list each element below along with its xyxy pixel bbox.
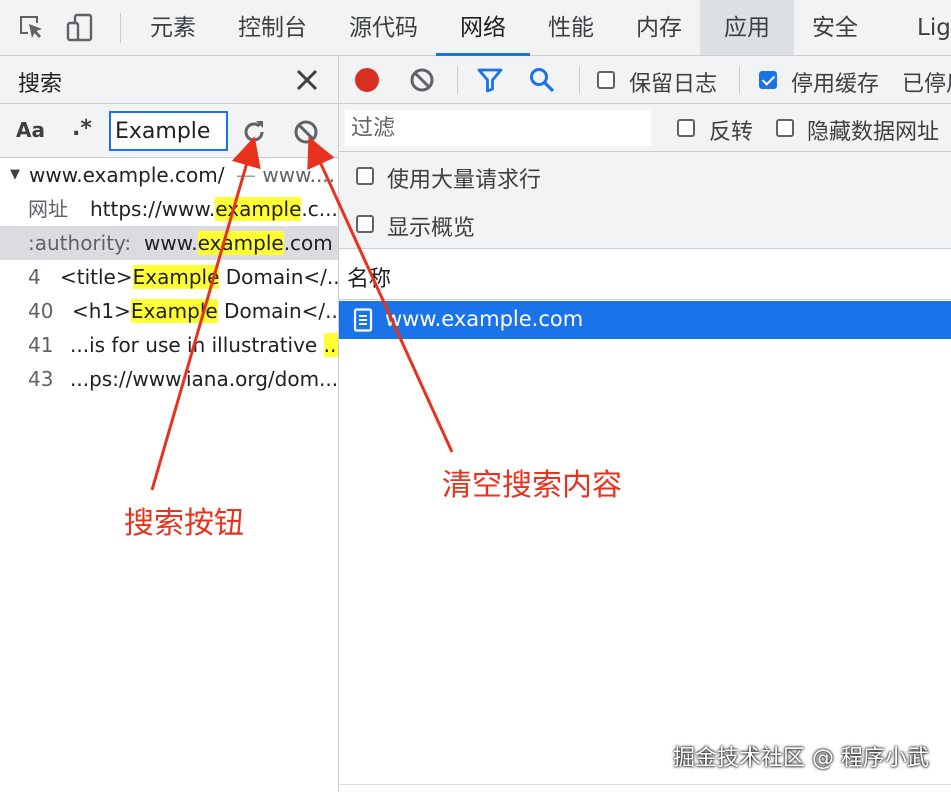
search-button-annotation: 搜索按钮 [124,506,244,541]
result-match[interactable]: 网址 https://www.example.c... [0,192,338,226]
result-text: https://www.example.c... [90,197,338,221]
device-toolbar-icon[interactable] [64,12,96,44]
table-bottom-border [339,784,951,785]
regex-button[interactable]: .* [72,116,92,141]
refresh-icon[interactable] [240,118,268,146]
line-number: 43 [28,367,54,391]
search-panel-header: 搜索 [0,56,338,104]
line-number: 41 [28,333,54,357]
devtools-tabbar: 元素 控制台 源代码 网络 性能 内存 应用 安全 Ligh [0,0,951,56]
document-icon [353,308,373,332]
search-panel: 搜索 Aa .* ▼ www.example.com/ — www.... 网址… [0,56,338,792]
invert-label: 反转 [709,120,754,145]
search-icon[interactable] [528,66,556,94]
result-label: 网址 [28,197,68,221]
clear-search-annotation: 清空搜索内容 [442,468,622,503]
result-file[interactable]: ▼ www.example.com/ — www.... [0,158,338,192]
line-number: 40 [28,299,54,323]
toolbar-separator [457,66,458,94]
result-line[interactable]: 41 ...is for use in illustrative ... [0,328,338,362]
request-name: www.example.com [385,307,584,331]
tab-performance[interactable]: 性能 [524,0,618,55]
network-toolbar: 保留日志 停用缓存 已停用 [339,56,951,104]
filter-icon[interactable] [476,67,504,93]
filter-input[interactable] [345,110,651,146]
close-icon[interactable] [294,67,320,93]
result-file-name: www.example.com/ [29,163,225,187]
request-row[interactable]: www.example.com [339,301,951,339]
show-overview-label: 显示概览 [387,216,476,241]
result-text: www.example.com [144,231,333,255]
result-file-path: — www.... [236,163,336,187]
search-panel-title: 搜索 [18,72,63,97]
show-overview-checkbox[interactable] [356,215,374,233]
toolbar-separator [739,66,740,94]
result-text: <title>Example Domain</... [60,265,338,289]
hide-data-urls-label: 隐藏数据网址 [807,120,940,145]
big-request-rows-checkbox[interactable] [356,167,374,185]
disable-cache-checkbox[interactable] [759,71,777,89]
inspect-element-icon[interactable] [16,12,48,44]
network-settings: 使用大量请求行 显示概览 [339,152,951,249]
tab-sources[interactable]: 源代码 [325,0,442,55]
tab-elements[interactable]: 元素 [126,0,220,55]
result-line[interactable]: 43 ...ps://www.iana.org/dom... [0,362,338,396]
tab-security[interactable]: 安全 [788,0,882,55]
result-line[interactable]: 4 <title>Example Domain</... [0,260,338,294]
expand-triangle-icon[interactable]: ▼ [10,158,20,192]
tabbar-separator [120,13,121,43]
throttling-select[interactable]: 已停用 [902,66,951,98]
result-line[interactable]: 40 <h1>Example Domain</... [0,294,338,328]
hide-data-urls-checkbox[interactable] [776,119,794,137]
invert-checkbox[interactable] [677,119,695,137]
result-label: :authority: [28,231,132,255]
result-text: ...is for use in illustrative ... [70,328,338,362]
result-text: <h1>Example Domain</... [72,299,338,323]
search-bar: Aa .* [0,104,338,158]
network-filter-bar: 反转 隐藏数据网址 [339,104,951,152]
search-input[interactable] [109,111,228,151]
tab-memory[interactable]: 内存 [612,0,706,55]
line-number: 4 [28,265,41,289]
preserve-log-checkbox[interactable] [597,71,615,89]
tab-application[interactable]: 应用 [700,0,794,55]
watermark: 掘金技术社区 @ 程序小武 [673,746,929,771]
tab-lighthouse[interactable]: Ligh [893,0,951,55]
big-request-rows-label: 使用大量请求行 [387,168,542,193]
requests-table-header: 名称 [339,250,951,300]
name-column-header[interactable]: 名称 [347,261,391,293]
preserve-log-label: 保留日志 [629,72,718,97]
tab-console[interactable]: 控制台 [214,0,331,55]
record-icon[interactable] [355,68,379,92]
tab-network[interactable]: 网络 [436,0,530,56]
disable-cache-label: 停用缓存 [791,72,880,97]
result-text: ...ps://www.iana.org/dom... [70,367,338,391]
clear-icon[interactable] [292,118,320,146]
result-match-selected[interactable]: :authority: www.example.com [0,226,338,260]
clear-log-icon[interactable] [409,67,435,93]
toolbar-separator [579,66,580,94]
match-case-button[interactable]: Aa [16,118,45,142]
